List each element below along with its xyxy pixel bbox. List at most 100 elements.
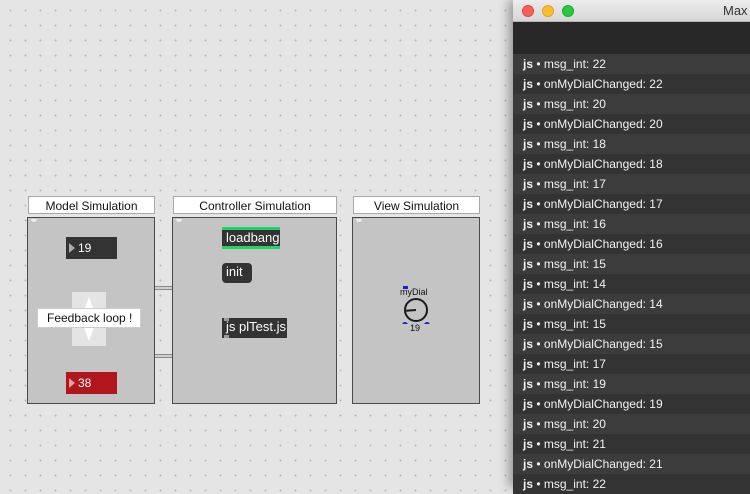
console-log-row[interactable]: js • msg_int: 22 xyxy=(513,474,750,494)
number-triangle-icon xyxy=(69,378,75,388)
feedback-loop-comment: Feedback loop ! xyxy=(37,308,141,328)
console-log-row[interactable]: js • onMyDialChanged: 18 xyxy=(513,154,750,174)
log-separator: • xyxy=(533,437,544,451)
console-log-row[interactable]: js • msg_int: 14 xyxy=(513,274,750,294)
init-message[interactable]: init xyxy=(222,263,252,283)
log-message: msg_int: 22 xyxy=(543,477,606,491)
log-separator: • xyxy=(533,357,544,371)
log-source: js xyxy=(523,137,534,151)
log-message: onMyDialChanged: 16 xyxy=(543,237,663,251)
console-log-row[interactable]: js • onMyDialChanged: 16 xyxy=(513,234,750,254)
log-separator: • xyxy=(533,217,544,231)
console-log-row[interactable]: js • onMyDialChanged: 22 xyxy=(513,74,750,94)
log-separator: • xyxy=(533,317,544,331)
console-log-row[interactable]: js • msg_int: 16 xyxy=(513,214,750,234)
log-message: onMyDialChanged: 21 xyxy=(543,457,663,471)
number-box-top[interactable]: 19 xyxy=(66,237,117,259)
log-separator: • xyxy=(533,377,544,391)
console-log-row[interactable]: js • msg_int: 22 xyxy=(513,54,750,74)
log-separator: • xyxy=(533,277,544,291)
number-triangle-icon xyxy=(69,243,75,253)
log-source: js xyxy=(523,117,534,131)
log-source: js xyxy=(523,477,534,491)
dial-top-marker xyxy=(403,286,408,289)
log-source: js xyxy=(523,97,534,111)
console-log-row[interactable]: js • msg_int: 20 xyxy=(513,94,750,114)
console-log-row[interactable]: js • msg_int: 17 xyxy=(513,174,750,194)
console-log-row[interactable]: js • onMyDialChanged: 17 xyxy=(513,194,750,214)
loadbang-label: loadbang xyxy=(226,230,280,245)
log-message: onMyDialChanged: 19 xyxy=(543,397,663,411)
number-box-bottom[interactable]: 38 xyxy=(66,372,117,394)
console-log-row[interactable]: js • msg_int: 15 xyxy=(513,314,750,334)
controller-simulation-title: Controller Simulation xyxy=(173,196,337,214)
log-message: onMyDialChanged: 20 xyxy=(543,117,663,131)
log-separator: • xyxy=(533,457,544,471)
console-log-row[interactable]: js • msg_int: 18 xyxy=(513,134,750,154)
console-log-row[interactable]: js • msg_int: 19 xyxy=(513,374,750,394)
dial-value: 19 xyxy=(410,323,421,333)
log-separator: • xyxy=(533,157,544,171)
log-separator: • xyxy=(533,397,544,411)
log-separator: • xyxy=(533,417,544,431)
log-message: msg_int: 20 xyxy=(543,97,606,111)
console-log-row[interactable]: js • msg_int: 15 xyxy=(513,254,750,274)
view-simulation-title: View Simulation xyxy=(353,196,480,214)
close-window-icon[interactable] xyxy=(522,5,534,17)
log-message: onMyDialChanged: 14 xyxy=(543,297,663,311)
console-log-row[interactable]: js • msg_int: 20 xyxy=(513,414,750,434)
log-message: msg_int: 15 xyxy=(543,317,606,331)
log-separator: • xyxy=(533,337,544,351)
console-log-row[interactable]: js • onMyDialChanged: 21 xyxy=(513,454,750,474)
console-toolbar xyxy=(513,22,750,54)
log-message: onMyDialChanged: 17 xyxy=(543,197,663,211)
log-source: js xyxy=(523,197,534,211)
console-log-row[interactable]: js • onMyDialChanged: 15 xyxy=(513,334,750,354)
my-dial[interactable] xyxy=(396,284,436,326)
log-message: msg_int: 22 xyxy=(543,57,606,71)
log-separator: • xyxy=(533,97,544,111)
js-pltest-object[interactable]: js plTest.js xyxy=(222,318,287,338)
console-log-row[interactable]: js • onMyDialChanged: 14 xyxy=(513,294,750,314)
log-source: js xyxy=(523,157,534,171)
log-message: onMyDialChanged: 18 xyxy=(543,157,663,171)
log-source: js xyxy=(523,457,534,471)
js-object-label: js plTest.js xyxy=(226,319,286,334)
dial-right-foot xyxy=(424,322,430,324)
loadbang-object[interactable]: loadbang xyxy=(222,227,280,249)
log-source: js xyxy=(523,437,534,451)
model-simulation-title: Model Simulation xyxy=(28,196,155,214)
dial-needle xyxy=(405,309,417,312)
log-separator: • xyxy=(533,137,544,151)
log-message: msg_int: 15 xyxy=(543,257,606,271)
log-message: msg_int: 17 xyxy=(543,357,606,371)
log-source: js xyxy=(523,177,534,191)
console-log-row[interactable]: js • onMyDialChanged: 19 xyxy=(513,394,750,414)
log-message: onMyDialChanged: 22 xyxy=(543,77,663,91)
log-source: js xyxy=(523,237,534,251)
max-console-window[interactable]: Max js • msg_int: 22 js • onMyDialChanged… xyxy=(513,0,750,494)
console-log-row[interactable]: js • onMyDialChanged: 20 xyxy=(513,114,750,134)
log-message: msg_int: 20 xyxy=(543,417,606,431)
console-log-row[interactable]: js • msg_int: 17 xyxy=(513,354,750,374)
log-separator: • xyxy=(533,177,544,191)
log-source: js xyxy=(523,397,534,411)
number-box-bottom-value: 38 xyxy=(78,376,92,390)
window-titlebar[interactable]: Max xyxy=(513,0,750,22)
console-log-row[interactable]: js • msg_int: 21 xyxy=(513,434,750,454)
log-source: js xyxy=(523,297,534,311)
log-source: js xyxy=(523,57,534,71)
log-separator: • xyxy=(533,77,544,91)
log-source: js xyxy=(523,277,534,291)
log-source: js xyxy=(523,257,534,271)
console-log[interactable]: js • msg_int: 22 js • onMyDialChanged: 22… xyxy=(513,54,750,494)
zoom-window-icon[interactable] xyxy=(562,5,574,17)
log-message: msg_int: 18 xyxy=(543,137,606,151)
number-box-top-value: 19 xyxy=(78,241,92,255)
log-source: js xyxy=(523,217,534,231)
log-message: msg_int: 16 xyxy=(543,217,606,231)
log-separator: • xyxy=(533,197,544,211)
minimize-window-icon[interactable] xyxy=(542,5,554,17)
log-source: js xyxy=(523,337,534,351)
log-separator: • xyxy=(533,57,544,71)
